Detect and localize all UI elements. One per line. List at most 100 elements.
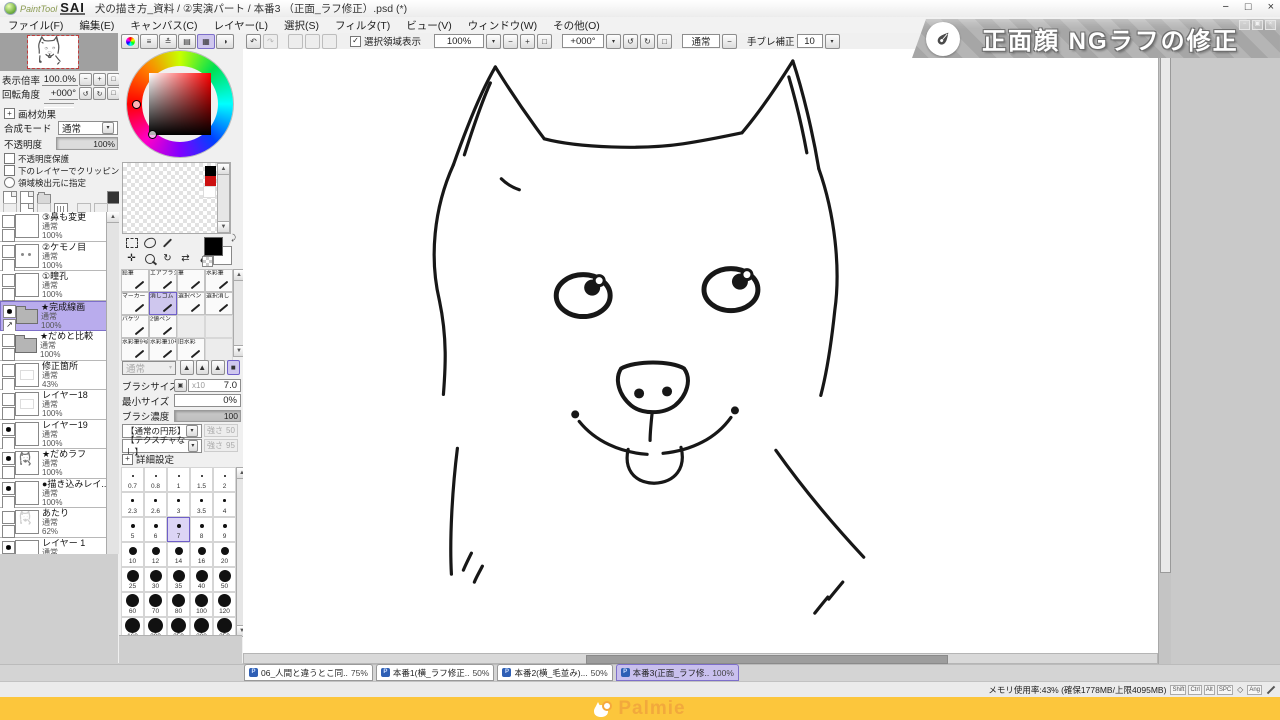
brush-size-60[interactable]: 60 [121, 592, 144, 617]
brush-size-30[interactable]: 30 [144, 567, 167, 592]
texture-select[interactable]: 【テクスチャなし】 ▾ [122, 439, 202, 453]
selection-tool-button-1[interactable] [288, 34, 303, 49]
undo-button[interactable]: ↶ [246, 34, 261, 49]
sampling-mode-button[interactable]: − [722, 34, 737, 49]
rgb-slider-icon[interactable]: ≡ [140, 34, 158, 49]
brush-size-40[interactable]: 40 [190, 567, 213, 592]
canvas-angle-reset-button[interactable]: □ [657, 34, 672, 49]
scratch-black-swatch[interactable] [205, 166, 216, 176]
layer-extra-toggle[interactable] [2, 259, 15, 272]
menu-item-8[interactable]: ウィンドウ(W) [460, 18, 545, 33]
brush-size-3[interactable]: 3 [167, 492, 190, 517]
magic-wand-icon[interactable] [160, 235, 175, 250]
canvas-rotate-left-button[interactable]: ↺ [623, 34, 638, 49]
scratchpad-icon[interactable]: ◑ [216, 34, 234, 49]
stroke-shape-1[interactable]: ▲ [180, 360, 194, 375]
layer-extra-toggle[interactable] [2, 525, 15, 538]
maximize-button[interactable]: □ [1245, 1, 1252, 13]
scratchpad-area[interactable]: ▲ ▼ [122, 162, 231, 234]
move-tool-icon[interactable]: ✛ [124, 251, 139, 266]
brush-size-0.8[interactable]: 0.8 [144, 467, 167, 492]
hsv-slider-icon[interactable]: ≛ [159, 34, 177, 49]
brush-mode-select[interactable]: 通常 ▾ [122, 361, 176, 375]
scroll-up-icon[interactable]: ▲ [218, 164, 229, 175]
visibility-toggle[interactable] [2, 274, 15, 287]
canvas-rotate-right-button[interactable]: ↻ [640, 34, 655, 49]
lasso-icon[interactable] [142, 235, 157, 250]
layer-extra-toggle[interactable] [2, 378, 15, 391]
brush-size-80[interactable]: 80 [167, 592, 190, 617]
layer-extra-toggle[interactable]: ↗ [3, 319, 16, 332]
layer-list-scrollbar[interactable]: ▲ [106, 212, 119, 554]
chevron-down-icon[interactable]: ▾ [102, 122, 114, 134]
selection-visibility[interactable]: ✓ 選択領域表示 [347, 34, 424, 48]
selection-source-radio[interactable] [4, 177, 15, 188]
flip-tool-icon[interactable]: ⇄ [178, 251, 193, 266]
document-tab-2[interactable]: P本番1(横_ラフ修正..50% [376, 664, 495, 681]
layer-row[interactable]: レイヤー18通常100% [0, 390, 118, 420]
color-mixer-icon[interactable]: ▤ [178, 34, 196, 49]
brush-2[interactable]: エアブラシ [149, 269, 177, 292]
zoom-in-button[interactable]: + [93, 73, 106, 86]
brush-13[interactable]: 水彩筆9号 [121, 338, 149, 361]
redo-button[interactable]: ↷ [263, 34, 278, 49]
rect-select-icon[interactable] [124, 235, 139, 250]
layer-row[interactable]: ★だめと比較通常100% [0, 331, 118, 361]
rotate-tool-icon[interactable]: ↻ [160, 251, 175, 266]
menu-item-3[interactable]: キャンバス(C) [122, 18, 205, 33]
saturation-value-square[interactable] [149, 73, 211, 135]
visibility-toggle[interactable] [2, 393, 15, 406]
color-wheel-icon[interactable] [121, 34, 139, 49]
brush-3[interactable]: 筆 [177, 269, 205, 292]
visibility-toggle[interactable] [2, 482, 15, 495]
sv-marker[interactable] [148, 130, 157, 139]
brush-size-6[interactable]: 6 [144, 517, 167, 542]
visibility-toggle[interactable] [2, 334, 15, 347]
canvas-zoom-out-button[interactable]: − [503, 34, 518, 49]
layer-row[interactable]: ↗★完成線画通常100% [0, 301, 118, 332]
rotate-left-button[interactable]: ↺ [79, 87, 92, 100]
foreground-color[interactable] [204, 237, 223, 256]
hue-marker[interactable] [132, 100, 141, 109]
navigator-preview[interactable] [0, 33, 118, 71]
brush-size-25[interactable]: 25 [121, 567, 144, 592]
clipping-group-checkbox[interactable] [4, 165, 15, 176]
layer-row[interactable]: あたり通常62% [0, 508, 118, 538]
rotate-right-button[interactable]: ↻ [93, 87, 106, 100]
blend-mode-select[interactable]: 通常 ▾ [58, 121, 118, 135]
chevron-down-icon[interactable]: ▾ [188, 440, 198, 452]
scratchpad-scrollbar[interactable]: ▲ ▼ [217, 163, 230, 233]
zoom-out-button[interactable]: − [79, 73, 92, 86]
visibility-toggle[interactable] [2, 452, 15, 465]
scratch-white-swatch[interactable] [203, 186, 216, 198]
layer-extra-toggle[interactable] [2, 496, 15, 509]
stabilizer-field[interactable]: 10 [797, 34, 823, 48]
document-tab-3[interactable]: P本番2(横_毛並み)...50% [497, 664, 612, 681]
brush-4[interactable]: 水彩筆 [205, 269, 233, 292]
brush-8[interactable]: 選択消し [205, 292, 233, 315]
expand-detail-icon[interactable]: + [122, 454, 133, 465]
min-size-field[interactable]: 0% [174, 394, 241, 407]
visibility-toggle[interactable] [2, 245, 15, 258]
zoom-tool-icon[interactable] [142, 251, 157, 266]
layer-row[interactable]: 修正箇所通常43% [0, 361, 118, 391]
size-unit-button[interactable]: ▣ [174, 379, 187, 392]
document-tab-1[interactable]: P06_人間と違うとこ同..75% [244, 664, 373, 681]
visibility-toggle[interactable] [2, 541, 15, 554]
layer-extra-toggle[interactable] [2, 348, 15, 361]
brush-size-8[interactable]: 8 [190, 517, 213, 542]
vertical-scroll-thumb[interactable] [1160, 51, 1171, 573]
preserve-opacity-checkbox[interactable] [4, 153, 15, 164]
brush-14[interactable]: 水彩筆10号 [149, 338, 177, 361]
horizontal-scroll-thumb[interactable] [586, 655, 948, 664]
vertical-scrollbar[interactable] [1158, 49, 1171, 664]
close-button[interactable]: × [1268, 1, 1274, 13]
swatches-icon[interactable]: ▦ [197, 34, 215, 49]
visibility-toggle[interactable] [2, 511, 15, 524]
selection-visibility-checkbox[interactable]: ✓ [350, 36, 361, 47]
brush-size-0.7[interactable]: 0.7 [121, 467, 144, 492]
visibility-toggle[interactable] [2, 364, 15, 377]
visibility-toggle[interactable] [2, 423, 15, 436]
visibility-toggle[interactable] [2, 215, 15, 228]
brush-size-35[interactable]: 35 [167, 567, 190, 592]
